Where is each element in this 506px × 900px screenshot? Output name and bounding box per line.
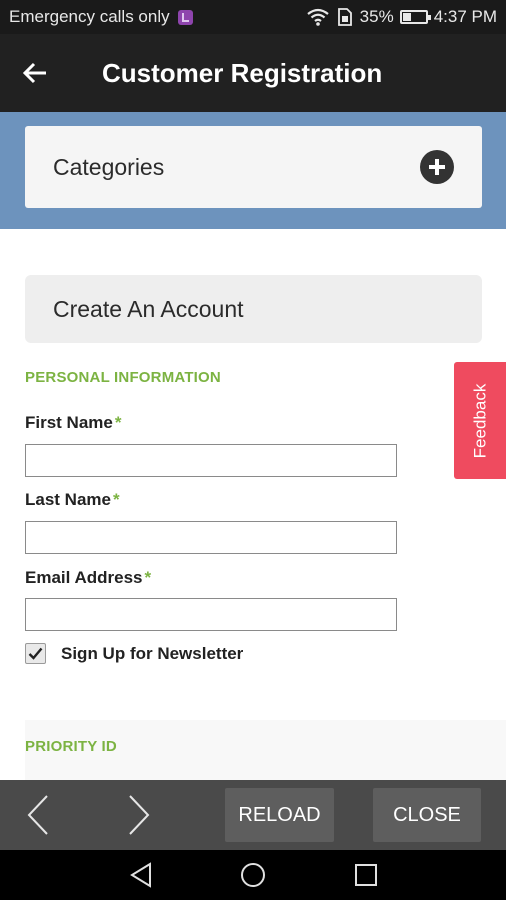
chevron-left-icon <box>27 795 48 835</box>
newsletter-label: Sign Up for Newsletter <box>61 643 244 663</box>
categories-card[interactable]: Categories <box>25 126 482 208</box>
plus-circle-icon[interactable] <box>420 150 454 184</box>
required-marker: * <box>114 413 122 432</box>
chevron-right-icon <box>129 795 150 835</box>
status-right: 35% 4:37 PM <box>306 7 497 27</box>
create-account-header: Create An Account <box>25 275 482 343</box>
priority-id-heading: PRIORITY ID <box>25 738 117 755</box>
back-button[interactable] <box>0 34 70 112</box>
go-back-button[interactable] <box>14 792 62 838</box>
last-name-label-text: Last Name <box>25 490 111 509</box>
first-name-label-text: First Name <box>25 413 113 432</box>
arrow-left-icon <box>22 62 46 84</box>
reload-button[interactable]: RELOAD <box>225 788 334 842</box>
email-address-field[interactable] <box>25 598 397 631</box>
newsletter-row: Sign Up for Newsletter <box>25 643 243 664</box>
create-account-title: Create An Account <box>53 295 244 322</box>
categories-label: Categories <box>53 153 165 180</box>
newsletter-checkbox[interactable] <box>25 643 46 664</box>
required-marker: * <box>112 490 120 509</box>
required-marker: * <box>144 568 152 587</box>
first-name-label: First Name * <box>25 413 122 433</box>
app-notification-icon <box>177 9 193 25</box>
battery-level-fill <box>402 13 411 21</box>
app-bar: Customer Registration <box>0 34 506 112</box>
square-recents-icon <box>355 864 377 886</box>
system-home-button[interactable] <box>235 858 271 892</box>
last-name-field[interactable] <box>25 521 397 554</box>
webview-toolbar: RELOAD CLOSE <box>0 780 506 850</box>
categories-band: Categories <box>0 112 506 229</box>
personal-information-heading: PERSONAL INFORMATION <box>25 369 221 386</box>
close-button[interactable]: CLOSE <box>373 788 481 842</box>
carrier-text: Emergency calls only <box>9 7 170 26</box>
checkmark-icon <box>28 647 43 660</box>
first-name-field[interactable] <box>25 444 397 477</box>
clock: 4:37 PM <box>433 7 497 26</box>
feedback-label: Feedback <box>470 383 490 458</box>
status-left: Emergency calls only <box>9 7 193 27</box>
page-title: Customer Registration <box>102 57 383 88</box>
last-name-label: Last Name * <box>25 490 120 510</box>
battery-percent: 35% <box>359 7 394 26</box>
battery-icon <box>399 10 431 24</box>
system-back-button[interactable] <box>123 858 159 892</box>
email-address-label-text: Email Address <box>25 568 143 587</box>
go-forward-button[interactable] <box>115 792 163 838</box>
triangle-back-icon <box>130 862 151 888</box>
system-recents-button[interactable] <box>348 858 384 892</box>
feedback-tab[interactable]: Feedback <box>454 362 506 479</box>
system-navigation-bar <box>0 850 506 900</box>
circle-home-icon <box>241 863 265 887</box>
status-bar: Emergency calls only 35% 4:37 PM <box>0 0 506 34</box>
wifi-icon <box>306 8 330 26</box>
sim-card-icon <box>336 8 354 26</box>
email-address-label: Email Address * <box>25 568 151 588</box>
